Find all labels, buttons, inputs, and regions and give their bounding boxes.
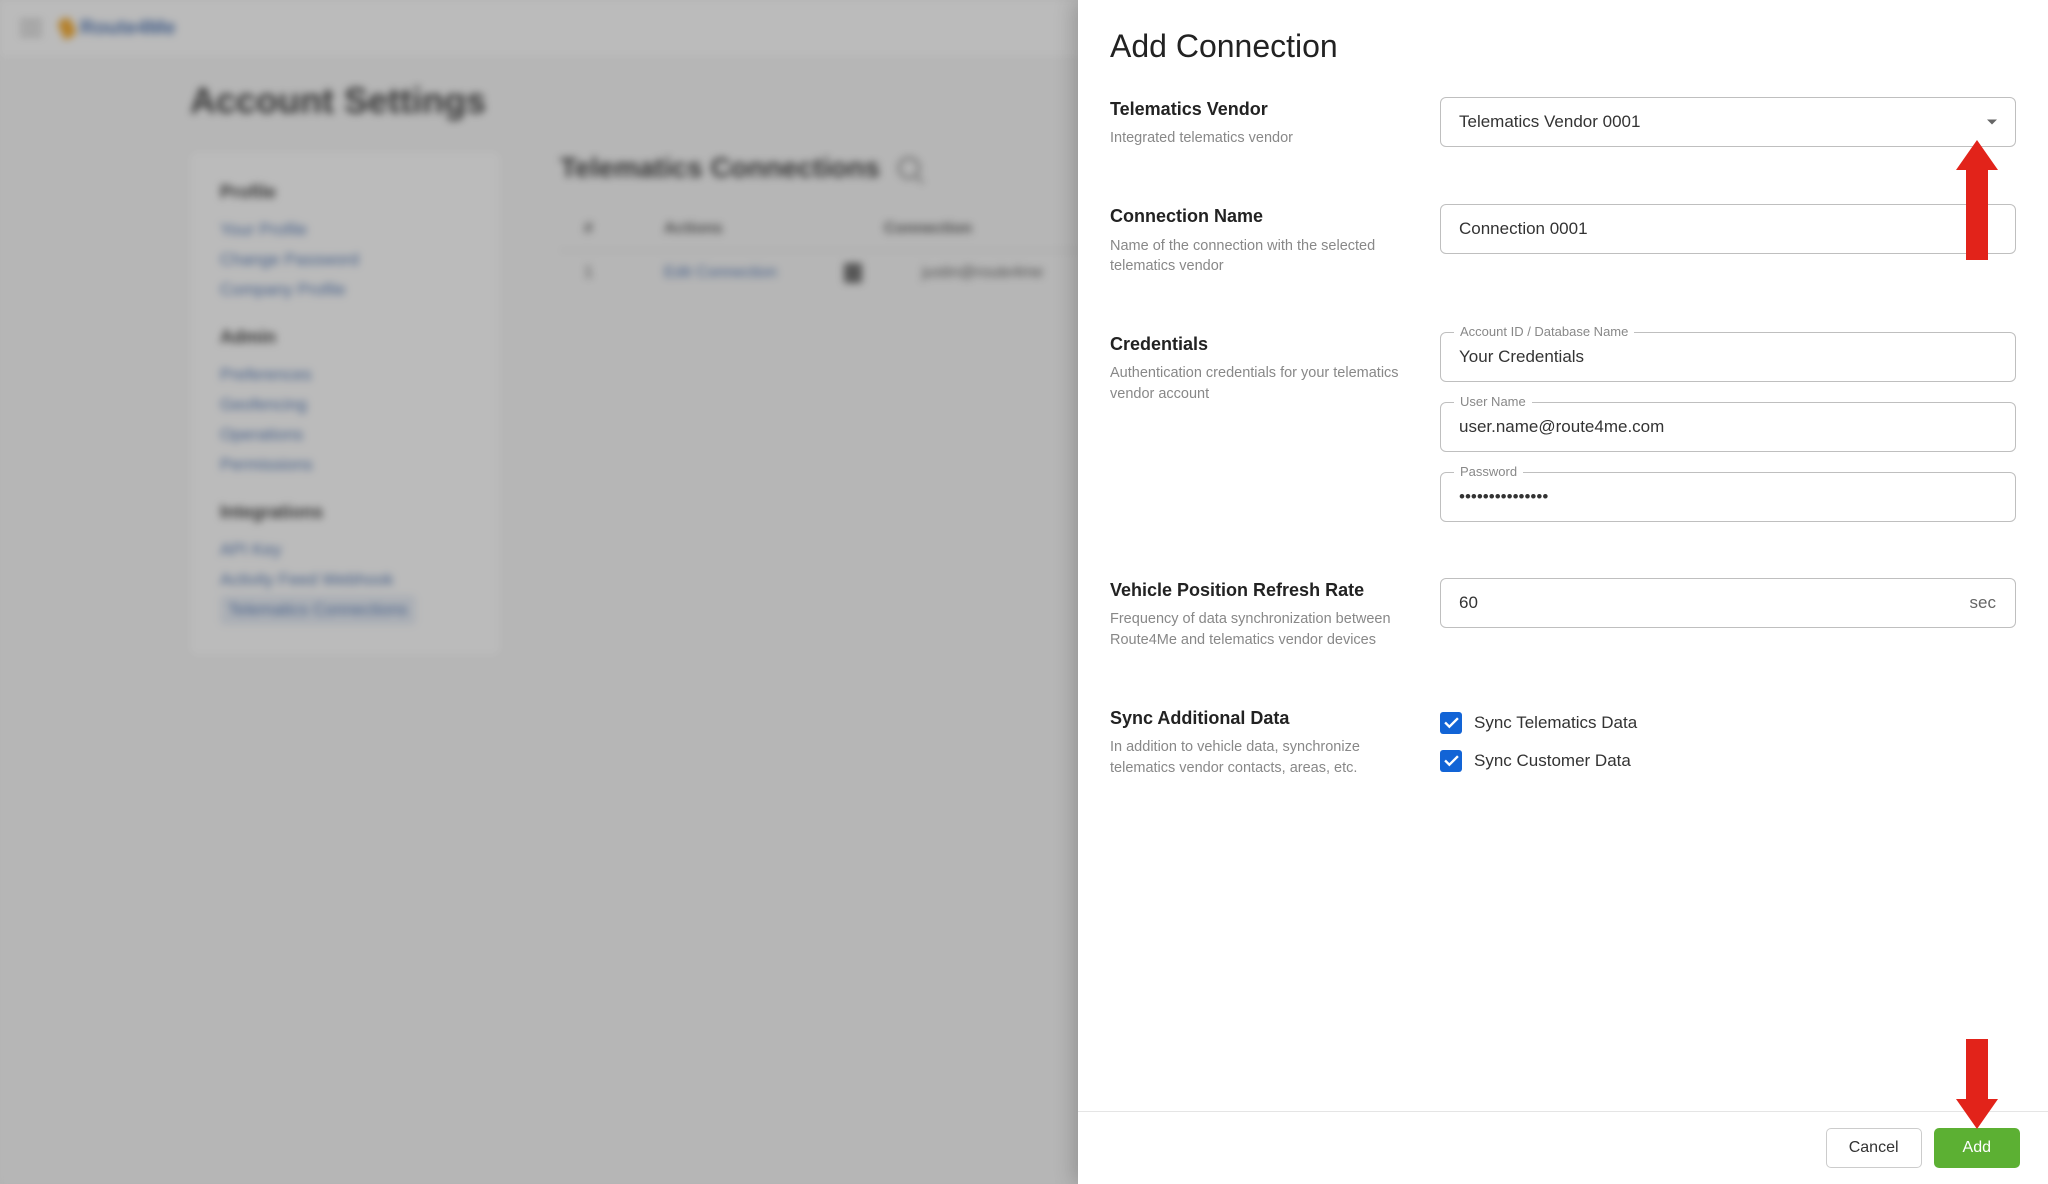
username-label: User Name (1454, 394, 1532, 409)
password-input[interactable] (1440, 472, 2016, 522)
account-id-label: Account ID / Database Name (1454, 324, 1634, 339)
add-button[interactable]: Add (1934, 1128, 2020, 1168)
panel-footer: Cancel Add (1078, 1111, 2048, 1184)
chevron-down-icon (1987, 120, 1997, 125)
refresh-rate-label: Vehicle Position Refresh Rate (1110, 578, 1410, 603)
sync-data-row: Sync Additional Data In addition to vehi… (1110, 694, 2016, 798)
sync-data-label: Sync Additional Data (1110, 706, 1410, 731)
checkbox-checked-icon (1440, 712, 1462, 734)
account-id-input[interactable] (1440, 332, 2016, 382)
checkbox-checked-icon (1440, 750, 1462, 772)
vendor-select[interactable]: Telematics Vendor 0001 (1440, 97, 2016, 147)
connection-name-row: Connection Name Name of the connection w… (1110, 192, 2016, 320)
vendor-label: Telematics Vendor (1110, 97, 1410, 122)
credentials-label: Credentials (1110, 332, 1410, 357)
cancel-button[interactable]: Cancel (1826, 1128, 1922, 1168)
connection-name-label: Connection Name (1110, 204, 1410, 229)
panel-title: Add Connection (1110, 28, 2016, 65)
sync-telematics-label: Sync Telematics Data (1474, 713, 1637, 733)
sync-data-help: In addition to vehicle data, synchronize… (1110, 737, 1410, 778)
sync-customer-checkbox[interactable]: Sync Customer Data (1440, 750, 2016, 772)
panel-body: Telematics Vendor Integrated telematics … (1078, 85, 2048, 1111)
sync-customer-label: Sync Customer Data (1474, 751, 1631, 771)
password-label: Password (1454, 464, 1523, 479)
vendor-select-value: Telematics Vendor 0001 (1459, 112, 1640, 131)
vendor-help: Integrated telematics vendor (1110, 128, 1410, 148)
connection-name-input[interactable] (1440, 204, 2016, 254)
refresh-rate-input[interactable] (1440, 578, 2016, 628)
username-input[interactable] (1440, 402, 2016, 452)
credentials-row: Credentials Authentication credentials f… (1110, 320, 2016, 566)
refresh-rate-unit: sec (1970, 593, 1996, 613)
connection-name-help: Name of the connection with the selected… (1110, 236, 1410, 277)
refresh-rate-row: Vehicle Position Refresh Rate Frequency … (1110, 566, 2016, 694)
credentials-help: Authentication credentials for your tele… (1110, 363, 1410, 404)
sync-telematics-checkbox[interactable]: Sync Telematics Data (1440, 712, 2016, 734)
add-connection-panel: Add Connection Telematics Vendor Integra… (1078, 0, 2048, 1184)
vendor-row: Telematics Vendor Integrated telematics … (1110, 85, 2016, 192)
panel-header: Add Connection (1078, 0, 2048, 85)
refresh-rate-help: Frequency of data synchronization betwee… (1110, 609, 1410, 650)
